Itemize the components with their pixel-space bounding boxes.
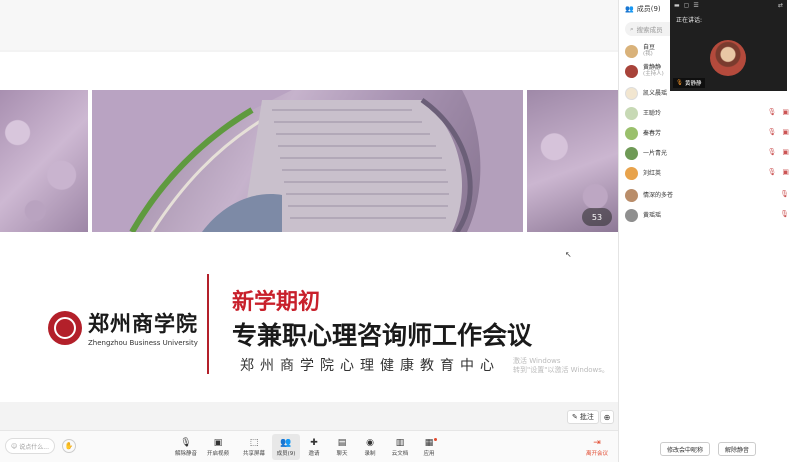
- speaker-video[interactable]: ▬ ▢ ☰ ⇄ 正在讲话: 🎙 黄静静: [670, 0, 787, 91]
- avatar: [625, 208, 638, 222]
- photo-right: 53: [527, 90, 618, 232]
- chat-icon: ▤: [337, 437, 347, 448]
- school-logo: 郑州商学院 Zhengzhou Business University: [48, 308, 198, 347]
- toolbar-share[interactable]: ⬚ 共享屏幕: [240, 434, 268, 460]
- school-name-en: Zhengzhou Business University: [88, 339, 198, 347]
- camera-off-icon[interactable]: ▣: [782, 128, 789, 136]
- mic-muted-icon[interactable]: 🎙: [767, 108, 776, 116]
- photo-main: [92, 90, 523, 232]
- member-item[interactable]: 情深的多苍 🎙: [625, 186, 793, 204]
- toolbar-unmute[interactable]: 🎙 解除静音: [172, 434, 200, 460]
- member-item[interactable]: 刘红英 🎙 ▣: [625, 164, 793, 182]
- invite-icon: ✚: [310, 437, 318, 448]
- toolbar-chat[interactable]: ▤ 聊天: [328, 434, 356, 460]
- top-blank-area: [0, 0, 618, 50]
- avatar: [625, 146, 638, 160]
- member-item[interactable]: 秦春芳 🎙 ▣: [625, 124, 793, 142]
- camera-off-icon[interactable]: ▣: [782, 168, 789, 176]
- mic-muted-icon: 🎙: [180, 437, 192, 448]
- mic-muted-icon[interactable]: 🎙: [780, 190, 789, 198]
- document-icon: ▥: [395, 437, 405, 448]
- camera-off-icon[interactable]: ▣: [782, 148, 789, 156]
- school-name-cn: 郑州商学院: [88, 311, 198, 336]
- member-item[interactable]: 黄瑶瑶 🎙: [625, 206, 793, 224]
- members-header: 👥 成员(9): [625, 5, 661, 13]
- mic-muted-icon[interactable]: 🎙: [767, 148, 776, 156]
- annotate-button[interactable]: ✎ 批注: [567, 410, 599, 424]
- toolbar-members[interactable]: 👥 成员(9): [272, 434, 300, 460]
- chat-input[interactable]: ☺ 说点什么...: [5, 438, 55, 454]
- layout-icon[interactable]: ▢: [684, 2, 690, 9]
- apps-icon: ▦: [424, 437, 434, 448]
- school-seal-icon: [48, 310, 82, 345]
- notification-dot: [434, 438, 437, 441]
- pen-icon: ✎: [572, 413, 578, 421]
- members-icon: 👥: [280, 437, 292, 448]
- toolbar-documents[interactable]: ▥ 云文档: [386, 434, 414, 460]
- avatar: [625, 86, 638, 100]
- meeting-window: 53 郑州商学院 Zhengzhou Business University 新…: [0, 0, 798, 462]
- camera-off-icon[interactable]: ▣: [782, 108, 789, 116]
- slide-title-1: 新学期初: [232, 290, 321, 315]
- mouse-cursor-icon: ↖: [565, 250, 572, 259]
- share-screen-icon: ⬚: [249, 437, 259, 448]
- leave-meeting-button[interactable]: ⇥ 离开会议: [583, 434, 611, 460]
- slide-subtitle: 郑州商学院心理健康教育中心: [240, 358, 500, 374]
- swap-icon[interactable]: ⇄: [778, 2, 783, 9]
- toolbar-apps[interactable]: ▦ 应用: [415, 434, 443, 460]
- toolbar-record[interactable]: ◉ 录制: [356, 434, 384, 460]
- menu-icon[interactable]: ☰: [693, 2, 698, 9]
- toolbar-video[interactable]: ▣ 开启视频: [204, 434, 232, 460]
- toolbar-invite[interactable]: ✚ 邀请: [300, 434, 328, 460]
- speaker-name: 🎙 黄静静: [673, 78, 705, 88]
- camera-icon: ▣: [213, 437, 223, 448]
- smile-icon: ☺: [11, 442, 18, 450]
- search-icon: ⌕: [630, 24, 634, 33]
- raise-hand-icon[interactable]: ✋: [62, 439, 76, 453]
- minimize-icon[interactable]: ▬: [674, 2, 680, 9]
- avatar: [625, 166, 638, 180]
- slide-badge[interactable]: 53: [582, 208, 612, 226]
- speaking-indicator: 正在讲话:: [676, 17, 703, 24]
- member-item[interactable]: 一片青光 🎙 ▣: [625, 144, 793, 162]
- bottom-toolbar: ☺ 说点什么... ✋ 🎙 解除静音 ▣ 开启视频 ⬚ 共享屏幕 👥 成员(9): [0, 430, 618, 462]
- amphitheater-illustration: [92, 90, 523, 232]
- exit-icon: ⇥: [593, 437, 601, 448]
- record-icon: ◉: [366, 437, 374, 448]
- speaker-avatar: [710, 40, 746, 76]
- photo-left: [0, 90, 88, 232]
- activation-watermark: 激活 Windows 转到"设置"以激活 Windows。: [513, 357, 609, 374]
- avatar: [625, 106, 638, 120]
- rename-button[interactable]: 修改会中昵称: [659, 442, 710, 456]
- mic-muted-icon[interactable]: 🎙: [767, 168, 776, 176]
- mic-icon: 🎙: [676, 80, 683, 86]
- mic-muted-icon[interactable]: 🎙: [780, 210, 789, 218]
- avatar: [625, 44, 638, 58]
- members-icon: 👥: [625, 5, 634, 13]
- main-area: 53 郑州商学院 Zhengzhou Business University 新…: [0, 0, 618, 462]
- mic-muted-icon[interactable]: 🎙: [767, 128, 776, 136]
- title-divider: [207, 274, 209, 374]
- slide-title-2: 专兼职心理咨询师工作会议: [232, 321, 533, 350]
- shared-slide: 53 郑州商学院 Zhengzhou Business University 新…: [0, 52, 618, 402]
- avatar: [625, 188, 638, 202]
- avatar: [625, 64, 638, 78]
- member-item[interactable]: 王聪玲 🎙 ▣: [625, 104, 793, 122]
- avatar: [625, 126, 638, 140]
- zoom-icon[interactable]: ⊕: [600, 410, 614, 424]
- unmute-button[interactable]: 解除静音: [718, 442, 757, 456]
- panel-actions: 修改会中昵称 解除静音: [618, 436, 798, 462]
